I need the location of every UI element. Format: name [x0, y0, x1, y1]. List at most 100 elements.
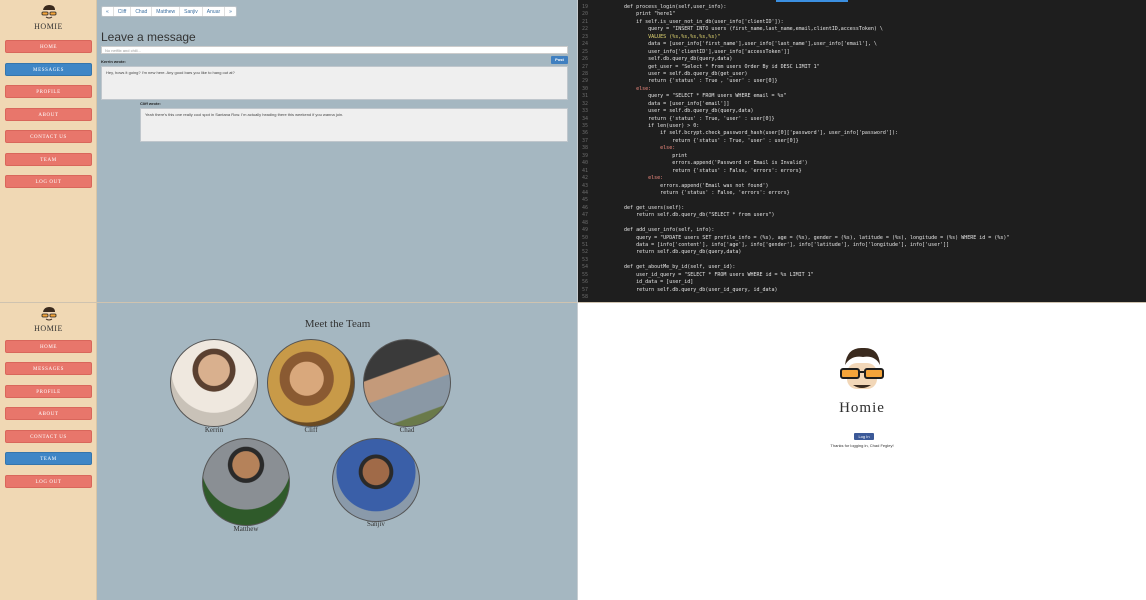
- code-line: 57 return self.db.query_db(user_id_query…: [578, 287, 1009, 294]
- line-number: 38: [581, 145, 588, 152]
- line-number: 26: [581, 56, 588, 63]
- line-number: 39: [581, 152, 588, 159]
- code-text: def get_aboutMe_by_id(self, user_id):: [612, 264, 736, 271]
- code-text: def process_login(self,user_info):: [612, 4, 727, 10]
- friend-link-cliff[interactable]: Cliff: [114, 7, 132, 16]
- line-number: 35: [581, 123, 588, 129]
- friend-link-anuar[interactable]: Anuar: [203, 7, 226, 16]
- line-number: 34: [581, 115, 588, 122]
- code-text: else:: [612, 175, 664, 182]
- code-line: 30 else:: [578, 86, 1009, 93]
- homie-mascot-icon: [840, 347, 884, 389]
- sidebar-logo[interactable]: HOMIE: [0, 4, 97, 31]
- friend-link-chad[interactable]: Chad: [131, 7, 153, 16]
- team-name-sanjiv: Sanjiv: [367, 520, 385, 528]
- line-number: 25: [581, 48, 588, 55]
- line-number: 56: [581, 279, 588, 286]
- login-confirmation: Thanks for logging in, Chad Fegley!: [830, 443, 894, 448]
- line-number: 51: [581, 242, 588, 248]
- line-number: 50: [581, 234, 588, 241]
- code-text: print: [612, 152, 688, 159]
- team-page: HOMIE HOME MESSAGES PROFILE ABOUT CONTAC…: [0, 303, 578, 600]
- code-line: 49 def add_user_info(self, info):: [578, 227, 1009, 234]
- sidebar: HOMIE HOME MESSAGES PROFILE ABOUT CONTAC…: [0, 0, 97, 303]
- code-line: 43 errors.append('Email was not found'): [578, 183, 1009, 190]
- code-line: 23 VALUES (%s,%s,%s,%s,%s)": [578, 34, 1009, 41]
- code-line: 55 user_id_query = "SELECT * FROM users …: [578, 272, 1009, 279]
- line-number: 31: [581, 93, 588, 100]
- nav-about-button[interactable]: ABOUT: [5, 407, 92, 420]
- code-text: user_id_query = "SELECT * FROM users WHE…: [612, 271, 814, 278]
- line-number: 45: [581, 197, 588, 204]
- code-line: 26 self.db.query_db(query,data): [578, 56, 1009, 63]
- post-button[interactable]: Post: [551, 56, 568, 64]
- friend-link-sanjiv[interactable]: Sanjiv: [180, 7, 203, 16]
- line-number: 46: [581, 204, 588, 211]
- line-number: 55: [581, 271, 588, 278]
- code-text: data = [user_info['first_name'],user_inf…: [612, 41, 877, 48]
- messages-page: HOMIE HOME MESSAGES PROFILE ABOUT CONTAC…: [0, 0, 578, 303]
- nav-contact-button[interactable]: CONTACT US: [5, 130, 92, 143]
- line-number: 43: [581, 182, 588, 189]
- nav-profile-button[interactable]: PROFILE: [5, 385, 92, 398]
- team-title: Meet the Team: [304, 318, 371, 330]
- nav-messages-button[interactable]: MESSAGES: [5, 63, 92, 76]
- nav-team-button[interactable]: TEAM: [5, 452, 92, 465]
- line-number: 27: [581, 63, 588, 70]
- nav-logout-button[interactable]: LOG OUT: [5, 475, 92, 488]
- nav-logout-button[interactable]: LOG OUT: [5, 175, 92, 188]
- line-number: 33: [581, 108, 588, 115]
- line-number: 41: [581, 167, 588, 174]
- code-line: 44 return {'status' : False, 'errors': e…: [578, 190, 1009, 197]
- horizontal-divider: [0, 302, 1146, 303]
- line-number: 19: [581, 4, 588, 10]
- nav-profile-button[interactable]: PROFILE: [5, 85, 92, 98]
- team-photo-kerrin: [170, 339, 258, 427]
- team-name-chad: Chad: [399, 426, 415, 434]
- homie-logo-icon: [41, 5, 56, 19]
- code-text: else:: [612, 145, 676, 152]
- code-text: user = self.db.query_db(get_user): [612, 70, 748, 77]
- sidebar-logo[interactable]: HOMIE: [0, 306, 97, 333]
- message-input[interactable]: No netflix and chill...: [101, 46, 568, 54]
- vertical-divider: [577, 0, 578, 600]
- code-view[interactable]: 19 def process_login(self,user_info): 20 …: [578, 4, 1009, 302]
- team-photo-matthew: [202, 438, 290, 526]
- brand-name: HOMIE: [34, 22, 63, 31]
- code-line: 32 data = [user_info['email']]: [578, 101, 1009, 108]
- nav-team-button[interactable]: TEAM: [5, 153, 92, 166]
- code-text: return {'status' : False, 'errors': erro…: [612, 167, 802, 174]
- line-number: 22: [581, 26, 588, 33]
- code-line: 29 return {'status' : True , 'user' : us…: [578, 78, 1009, 85]
- code-text: if self.is_user_not_in_db(user_info['cli…: [612, 18, 784, 25]
- facebook-login-button[interactable]: Log In: [854, 433, 874, 440]
- line-number: 28: [581, 70, 588, 77]
- code-text: query = "INSERT INTO users (first_name,l…: [612, 26, 883, 33]
- homie-wordmark: Homie: [839, 400, 885, 416]
- code-text: query = "UPDATE users SET profile_info =…: [612, 234, 1010, 241]
- nav-home-button[interactable]: HOME: [5, 40, 92, 53]
- prev-page-link[interactable]: «: [102, 7, 114, 16]
- homie-logo-icon: [41, 307, 56, 321]
- code-text: data = [user_info['email']]: [612, 100, 730, 107]
- nav-about-button[interactable]: ABOUT: [5, 108, 92, 121]
- code-line: 20 print "here1": [578, 11, 1009, 18]
- code-line: 34 return {'status' : True, 'user' : use…: [578, 116, 1009, 123]
- line-number: 36: [581, 130, 588, 137]
- nav-messages-button[interactable]: MESSAGES: [5, 362, 92, 375]
- code-line: 46 def get_users(self):: [578, 205, 1009, 212]
- login-page: Homie Log In Thanks for logging in, Chad…: [578, 303, 1146, 600]
- code-text: if len(user) > 0:: [612, 123, 700, 129]
- nav-home-button[interactable]: HOME: [5, 340, 92, 353]
- line-number: 54: [581, 264, 588, 271]
- code-line: 21 if self.is_user_not_in_db(user_info['…: [578, 19, 1009, 26]
- next-page-link[interactable]: »: [225, 7, 236, 16]
- code-line: 54 def get_aboutMe_by_id(self, user_id):: [578, 264, 1009, 271]
- friend-link-matthew[interactable]: Matthew: [152, 7, 181, 16]
- line-number: 52: [581, 249, 588, 256]
- line-number: 30: [581, 85, 588, 92]
- code-text: def add_user_info(self, info):: [612, 227, 715, 234]
- code-line: 38 else:: [578, 145, 1009, 152]
- code-line: 56 id_data = [user_id]: [578, 279, 1009, 286]
- nav-contact-button[interactable]: CONTACT US: [5, 430, 92, 443]
